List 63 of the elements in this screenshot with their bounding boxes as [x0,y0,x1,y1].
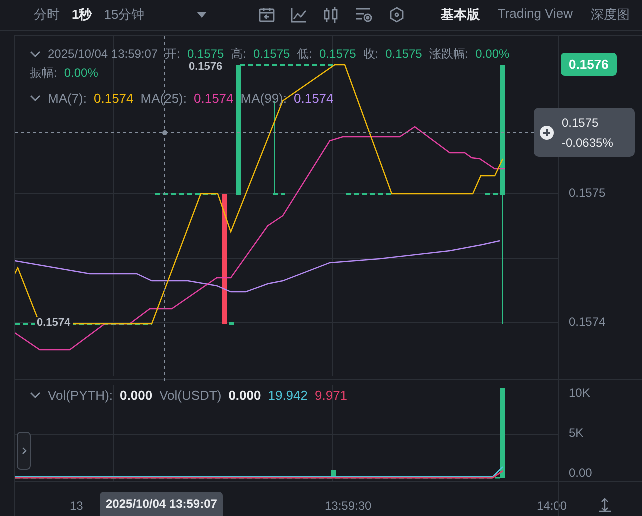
view-tab[interactable]: 深度图 [591,6,630,24]
volume-value: 0.000 [228,387,262,405]
legend-value: 0.00% [476,46,510,63]
ma-label: MA(99): [240,90,287,108]
candlestick-icon[interactable] [322,7,339,23]
legend-label: 低: [297,46,313,63]
interval-tab[interactable]: 1秒 [72,6,92,24]
ma-value: 0.1574 [194,90,234,108]
settings-list-icon[interactable] [354,7,373,23]
collapse-chevron-icon[interactable] [30,392,41,399]
dropdown-caret-icon[interactable] [196,12,207,18]
legend-label: 收: [363,46,379,63]
legend-datetime: 2025/10/04 13:59:07 [48,46,158,63]
volume-value: 0.000 [120,387,153,405]
legend-label: 开: [165,46,180,63]
volume-tick: 5K [569,426,584,440]
crosshair-time-label: 2025/10/04 13:59:07 [100,492,224,516]
calendar-icon[interactable] [258,7,275,23]
time-tick: 13:59:30 [325,499,372,513]
interval-tab[interactable]: 15分钟 [104,6,145,24]
low-price-marker: 0.1574 [35,317,73,329]
legend-label: 涨跌幅: [429,46,469,63]
ma-label: MA(25): [140,90,187,108]
crosshair-price: 0.1575 [562,116,600,130]
hexagon-icon[interactable] [388,7,405,23]
legend-value: 0.1575 [254,46,290,63]
flat-candle-marker [485,193,500,195]
view-tab[interactable]: Trading View [498,6,573,24]
flat-candle-marker [273,193,285,195]
volume-bar [331,470,336,478]
volume-tick: 0.00 [569,466,592,480]
expand-toggle[interactable] [17,432,31,470]
collapse-chevron-icon[interactable] [30,51,41,58]
time-tick: 13 [70,499,84,513]
flat-candle-marker [155,193,218,195]
volume-label: Vol(USDT) [160,387,222,405]
legend-value: 0.1575 [386,46,422,63]
legend-value: 0.1575 [320,46,356,63]
volume-tick: 10K [569,386,590,400]
price-tick: 0.1574 [569,315,606,329]
ma-label: MA(7): [48,90,87,108]
volume-label: Vol(PYTH): [48,387,114,405]
volume-ma-value: 19.942 [268,387,308,405]
ma-value: 0.1574 [94,90,134,108]
crosshair-change: -0.0635% [562,136,614,150]
legend-label: 高: [231,46,246,63]
add-icon[interactable] [540,126,554,140]
price-tick: 0.1575 [569,186,606,200]
legend-value: 0.00% [64,65,98,82]
volume-ma-value: 9.971 [315,387,348,405]
flat-candle-marker [346,193,392,195]
bullish-candle [229,322,234,325]
line-chart-icon[interactable] [290,7,307,23]
high-price-marker: 0.1576 [187,61,225,73]
current-price-badge: 0.1576 [561,53,617,76]
legend-value: 0.1575 [187,46,224,62]
legend-label: 振幅: [30,65,58,82]
collapse-chevron-icon[interactable] [30,95,41,102]
interval-tab[interactable]: 分时 [34,6,60,24]
resize-icon[interactable] [599,498,611,512]
ma-value: 0.1574 [294,90,334,108]
chevron-right-icon[interactable] [22,447,26,455]
view-tab[interactable]: 基本版 [440,6,480,24]
